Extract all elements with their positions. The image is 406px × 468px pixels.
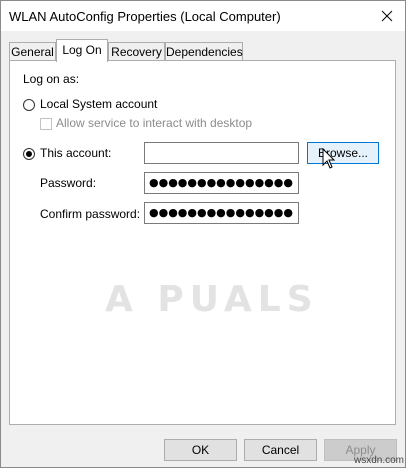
- password-input[interactable]: ●●●●●●●●●●●●●●●: [144, 172, 299, 194]
- radio-selected-dot: [26, 151, 32, 157]
- local-system-label[interactable]: Local System account: [40, 97, 157, 111]
- tab-log-on[interactable]: Log On: [56, 39, 108, 62]
- tab-general[interactable]: General: [9, 42, 56, 60]
- confirm-password-input[interactable]: ●●●●●●●●●●●●●●●: [144, 202, 299, 224]
- tab-strip: General Log On Recovery Dependencies: [1, 39, 405, 62]
- tab-recovery[interactable]: Recovery: [108, 42, 165, 60]
- password-label: Password:: [40, 176, 97, 190]
- tab-dependencies[interactable]: Dependencies: [165, 42, 243, 60]
- close-icon: [381, 10, 393, 22]
- properties-dialog: WLAN AutoConfig Properties (Local Comput…: [0, 0, 406, 468]
- this-account-radio[interactable]: [23, 148, 35, 160]
- mouse-cursor-icon: [322, 148, 336, 169]
- local-system-radio[interactable]: [23, 99, 35, 111]
- this-account-label[interactable]: This account:: [40, 146, 111, 160]
- confirm-password-label: Confirm password:: [40, 207, 141, 221]
- cancel-button[interactable]: Cancel: [244, 439, 317, 461]
- account-input[interactable]: [144, 142, 299, 164]
- title-bar: WLAN AutoConfig Properties (Local Comput…: [1, 1, 405, 31]
- site-credit: wsxdn.com: [353, 455, 404, 466]
- browse-button[interactable]: Browse...: [307, 142, 379, 164]
- window-title: WLAN AutoConfig Properties (Local Comput…: [9, 9, 281, 24]
- watermark-logo: A PUALS: [105, 279, 319, 320]
- log-on-panel: A PUALS Log on as: Local System account …: [9, 60, 396, 425]
- allow-interact-label: Allow service to interact with desktop: [56, 116, 253, 130]
- allow-interact-checkbox[interactable]: [40, 118, 52, 130]
- ok-button[interactable]: OK: [164, 439, 237, 461]
- close-button[interactable]: [375, 5, 399, 27]
- log-on-as-heading: Log on as:: [23, 72, 80, 86]
